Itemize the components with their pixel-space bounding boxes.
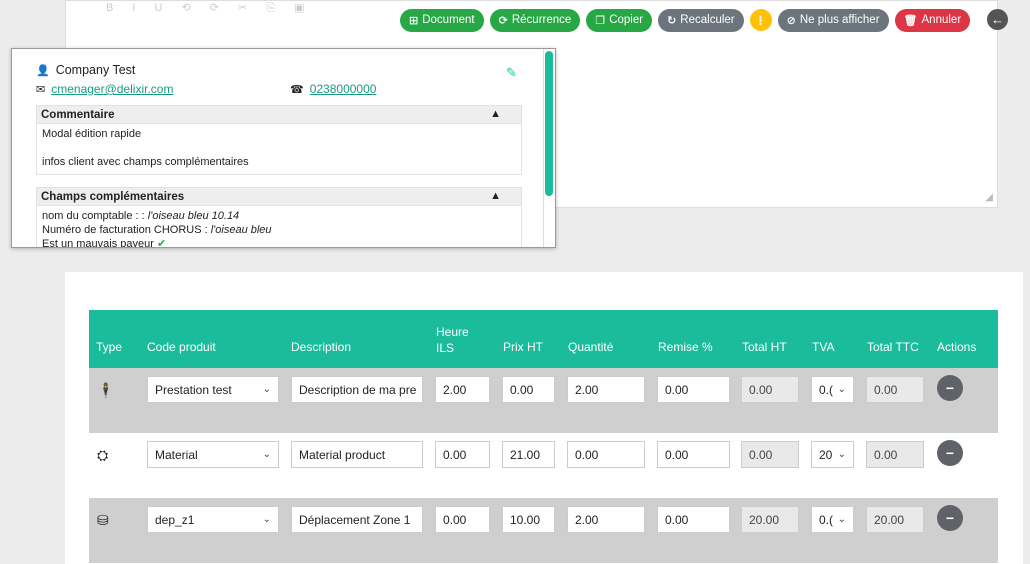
edit-icon[interactable]: ✎ — [506, 65, 517, 81]
tva-select[interactable]: 0.(⌄ — [811, 506, 854, 533]
check-icon: ✔ — [156, 238, 167, 248]
recalculate-button[interactable]: ↻ Recalculer — [658, 8, 744, 32]
sync-icon: ⟳ — [498, 14, 508, 27]
total-ht-field: 0.00 — [741, 441, 799, 468]
total-ht-field: 0.00 — [741, 376, 799, 403]
popover-scrollbar[interactable] — [543, 49, 555, 247]
eye-slash-icon: ⊘ — [786, 14, 796, 27]
price-input[interactable]: 21.00 — [502, 441, 555, 468]
extra-field-bad-payer: Est un mauvais payeur ✔ — [42, 238, 167, 248]
person-icon: 🕴 — [97, 382, 115, 398]
client-phone-line: ☎ 0238000000 — [290, 82, 376, 96]
client-phone-link[interactable]: 0238000000 — [310, 82, 377, 96]
warning-icon[interactable]: ! — [749, 9, 772, 31]
remove-line-button[interactable]: − — [937, 375, 963, 401]
client-info-popover: ✎ 👤 Company Test ✉ cmenager@delixir.com … — [11, 48, 556, 248]
total-ttc-field: 0.00 — [866, 441, 924, 468]
discount-input[interactable]: 0.00 — [657, 376, 730, 403]
description-input[interactable]: Description de ma pre — [291, 376, 423, 403]
chevron-down-icon: ⌄ — [262, 384, 271, 395]
resize-handle-icon[interactable]: ◢ — [985, 192, 993, 203]
quantity-input[interactable]: 2.00 — [567, 376, 645, 403]
description-input[interactable]: Material product — [291, 441, 423, 468]
cubes-icon: ⛭ — [97, 447, 109, 463]
product-code-select[interactable]: Material ⌄ — [147, 441, 279, 468]
table-header: Type Code produit Description Heure ILS P… — [89, 310, 998, 368]
recurrence-button[interactable]: ⟳ Récurrence — [489, 8, 581, 32]
client-name: Company Test — [55, 63, 136, 77]
editor-toolbar: B I U ⟲ ⟳ ✂ ⎘ ▣ — [106, 2, 313, 14]
redo-icon: ↻ — [667, 14, 677, 27]
total-ttc-field: 20.00 — [866, 506, 924, 533]
price-input[interactable]: 10.00 — [502, 506, 555, 533]
hide-button[interactable]: ⊘ Ne plus afficher — [777, 8, 889, 32]
scrollbar-thumb[interactable] — [545, 51, 553, 196]
quantity-input[interactable]: 2.00 — [567, 506, 645, 533]
remove-line-button[interactable]: − — [937, 505, 963, 531]
remove-line-button[interactable]: − — [937, 440, 963, 466]
discount-input[interactable]: 0.00 — [657, 506, 730, 533]
chevron-up-icon[interactable]: ▲ — [490, 190, 501, 202]
client-name-line: 👤 Company Test — [36, 63, 135, 77]
user-icon: 👤 — [36, 64, 50, 77]
plus-square-icon: ⊞ — [409, 14, 419, 27]
table-row: 🕴 Prestation test ⌄ Description de ma pre… — [89, 368, 998, 433]
extra-fields-header[interactable]: Champs complémentaires ▲ — [36, 187, 522, 206]
hour-input[interactable]: 2.00 — [435, 376, 490, 403]
product-code-select[interactable]: Prestation test ⌄ — [147, 376, 279, 403]
price-input[interactable]: 0.00 — [502, 376, 555, 403]
product-lines-section: Type Code produit Description Heure ILS P… — [65, 272, 1023, 564]
extra-field-chorus: Numéro de facturation CHORUS : l'oiseau … — [42, 224, 272, 236]
copy-button[interactable]: ❐ Copier — [586, 8, 653, 32]
extra-fields-body: nom du comptable : : l'oiseau bleu 10.14… — [36, 206, 522, 248]
coins-icon: ⛁ — [97, 512, 109, 528]
extra-field-accountant: nom du comptable : : l'oiseau bleu 10.14 — [42, 210, 240, 222]
chevron-down-icon: ⌄ — [837, 449, 846, 460]
chevron-down-icon: ⌄ — [837, 514, 846, 525]
phone-icon: ☎ — [290, 83, 304, 96]
table-row: ⛁ dep_z1 ⌄ Déplacement Zone 1 0.00 10.00 … — [89, 498, 998, 563]
client-email-line: ✉ cmenager@delixir.com — [36, 82, 173, 96]
hour-input[interactable]: 0.00 — [435, 441, 490, 468]
table-row: ⛭ Material ⌄ Material product 0.00 21.00 … — [89, 433, 998, 498]
description-input[interactable]: Déplacement Zone 1 — [291, 506, 423, 533]
cancel-button[interactable]: 🗑 Annuler — [894, 8, 971, 32]
comment-panel-header[interactable]: Commentaire ▲ — [36, 105, 522, 124]
tva-select[interactable]: 20 ⌄ — [811, 441, 854, 468]
comment-panel-body: Modal édition rapide infos client avec c… — [36, 124, 522, 175]
discount-input[interactable]: 0.00 — [657, 441, 730, 468]
tva-select[interactable]: 0.(⌄ — [811, 376, 854, 403]
total-ht-field: 20.00 — [741, 506, 799, 533]
chevron-up-icon[interactable]: ▲ — [490, 108, 501, 120]
total-ttc-field: 0.00 — [866, 376, 924, 403]
copy-icon: ❐ — [595, 14, 606, 27]
trash-icon: 🗑 — [903, 14, 918, 27]
chevron-down-icon: ⌄ — [837, 384, 846, 395]
client-email-link[interactable]: cmenager@delixir.com — [51, 82, 173, 96]
back-arrow-icon[interactable]: ← — [987, 9, 1008, 30]
quantity-input[interactable]: 0.00 — [567, 441, 645, 468]
chevron-down-icon: ⌄ — [262, 449, 271, 460]
chevron-down-icon: ⌄ — [262, 514, 271, 525]
hour-input[interactable]: 0.00 — [435, 506, 490, 533]
envelope-icon: ✉ — [36, 83, 46, 96]
action-toolbar: ⊞ Document ⟳ Récurrence ❐ Copier ↻ Recalcule… — [400, 8, 971, 32]
product-code-select[interactable]: dep_z1 ⌄ — [147, 506, 279, 533]
document-button[interactable]: ⊞ Document — [400, 8, 484, 32]
